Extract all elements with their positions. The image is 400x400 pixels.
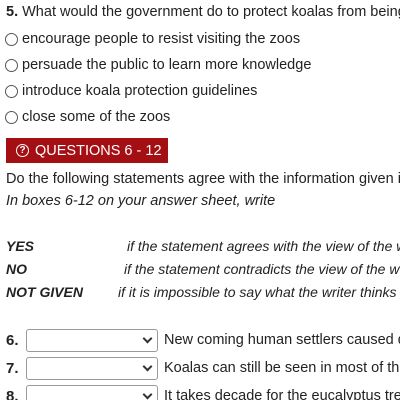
key-label: YES [6,238,35,254]
answer-row-7: 7. Koalas can still be seen in most of t… [6,356,400,380]
option-a[interactable]: encourage people to resist visiting the … [5,31,300,47]
option-b[interactable]: persuade the public to learn more knowle… [5,57,311,73]
option-label: persuade the public to learn more knowle… [22,57,312,73]
key-label: NO [6,261,27,277]
key-description: if it is impossible to say what the writ… [118,284,397,300]
radio-button[interactable] [5,84,18,98]
radio-button[interactable] [5,58,18,72]
chevron-down-icon [142,389,153,399]
radio-button[interactable] [5,110,18,124]
statement-text: Koalas can still be seen in most of the [164,360,400,376]
option-label: close some of the zoos [22,109,171,125]
section-title: QUESTIONS 6 - 12 [35,142,162,159]
statement-text: New coming human settlers caused da [164,332,400,348]
answer-number: 6. [6,331,19,349]
chevron-down-icon [142,333,153,343]
answer-number: 8. [6,387,19,400]
option-d[interactable]: close some of the zoos [5,109,170,125]
option-label: encourage people to resist visiting the … [22,31,301,47]
answer-dropdown[interactable] [26,356,158,380]
question-5-number: 5. [6,4,19,20]
option-c[interactable]: introduce koala protection guidelines [5,83,257,99]
radio-button[interactable] [5,32,18,46]
key-description: if the statement contradicts the view of… [124,261,400,277]
answer-row-6: 6. New coming human settlers caused da [6,328,400,352]
reading-test-page: 5. What would the government do to prote… [0,0,400,400]
answer-row-8: 8. It takes decade for the eucalyptus tr… [6,384,400,400]
answer-number: 7. [6,359,19,377]
question-circle-icon: ? [16,144,29,157]
key-description: if the statement agrees with the view of… [127,238,400,254]
question-5-text: What would the government do to protect … [22,4,400,20]
chevron-down-icon [142,361,153,371]
answer-dropdown[interactable] [26,328,158,352]
instruction-line-1: Do the following statements agree with t… [6,171,400,187]
answer-dropdown[interactable] [26,384,158,400]
question-5: 5. What would the government do to prote… [6,4,400,20]
statement-text: It takes decade for the eucalyptus tree [164,388,400,400]
instruction-line-2: In boxes 6-12 on your answer sheet, writ… [6,193,276,209]
key-label: NOT GIVEN [6,284,84,300]
option-label: introduce koala protection guidelines [22,83,258,99]
section-banner: ? QUESTIONS 6 - 12 [6,138,168,163]
